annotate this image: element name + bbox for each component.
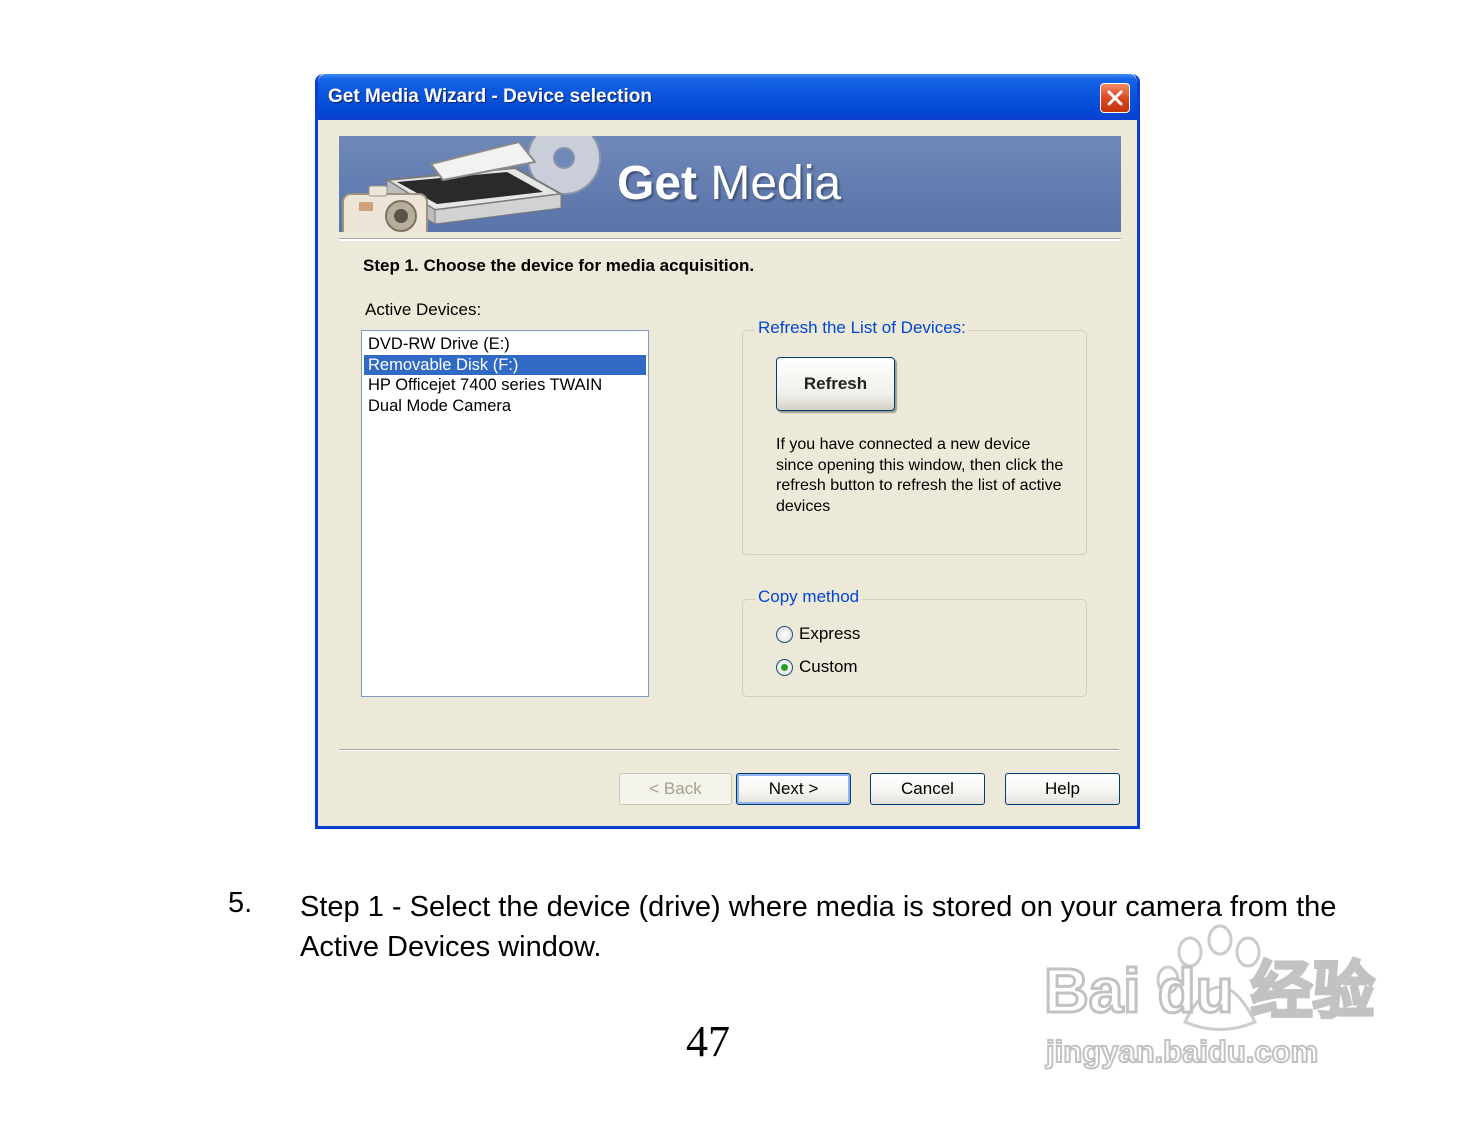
device-item-selected[interactable]: Removable Disk (F:) [364, 354, 646, 375]
copy-method-legend: Copy method [755, 587, 863, 607]
banner-divider [339, 238, 1121, 241]
radio-custom-label: Custom [799, 657, 858, 676]
banner-title-bold: Get [617, 157, 698, 210]
refresh-help-text: If you have connected a new device since… [776, 436, 1064, 515]
refresh-button[interactable]: Refresh [776, 357, 895, 411]
device-item[interactable]: DVD-RW Drive (E:) [364, 334, 646, 355]
banner-title-regular: Media [697, 157, 842, 210]
device-item[interactable]: HP Officejet 7400 series TWAIN [364, 375, 646, 396]
copy-method-group: Copy method Express Custom [742, 587, 1087, 697]
baidu-jingyan-watermark-icon: Bai du 经验 jingyan.baidu.com [1043, 924, 1376, 1070]
watermark-brand-text: Bai du 经验 [1044, 957, 1375, 1026]
cancel-button[interactable]: Cancel [870, 773, 985, 805]
radio-express[interactable]: Express [776, 624, 860, 644]
radio-button-icon[interactable] [776, 625, 793, 643]
instruction-number: 5. [228, 887, 253, 919]
scanner-camera-disc-icon [342, 136, 601, 232]
radio-express-label: Express [799, 624, 861, 643]
radio-button-checked-icon[interactable] [776, 658, 793, 676]
radio-custom[interactable]: Custom [776, 657, 858, 677]
close-button[interactable] [1100, 83, 1130, 113]
active-devices-label: Active Devices: [365, 300, 482, 319]
get-media-wizard-dialog: Get Media Wizard - Device selection Get … [315, 74, 1140, 829]
close-icon [1107, 90, 1123, 106]
step-heading: Step 1. Choose the device for media acqu… [363, 256, 755, 275]
refresh-devices-group: Refresh the List of Devices: Refresh If … [742, 318, 1087, 555]
title-bar[interactable]: Get Media Wizard - Device selection [318, 74, 1137, 120]
get-media-banner: Get Media [339, 136, 1121, 232]
back-button[interactable]: < Back [619, 773, 732, 805]
refresh-group-legend: Refresh the List of Devices: [755, 318, 969, 338]
watermark-url-text: jingyan.baidu.com [1045, 1034, 1318, 1069]
window-title: Get Media Wizard - Device selection [328, 86, 652, 107]
active-devices-list[interactable]: DVD-RW Drive (E:) Removable Disk (F:) HP… [361, 330, 649, 697]
device-item[interactable]: Dual Mode Camera [364, 396, 646, 417]
next-button[interactable]: Next > [736, 773, 851, 805]
footer-divider [339, 749, 1119, 751]
banner-title: Get Media [617, 156, 841, 212]
help-button[interactable]: Help [1005, 773, 1120, 805]
